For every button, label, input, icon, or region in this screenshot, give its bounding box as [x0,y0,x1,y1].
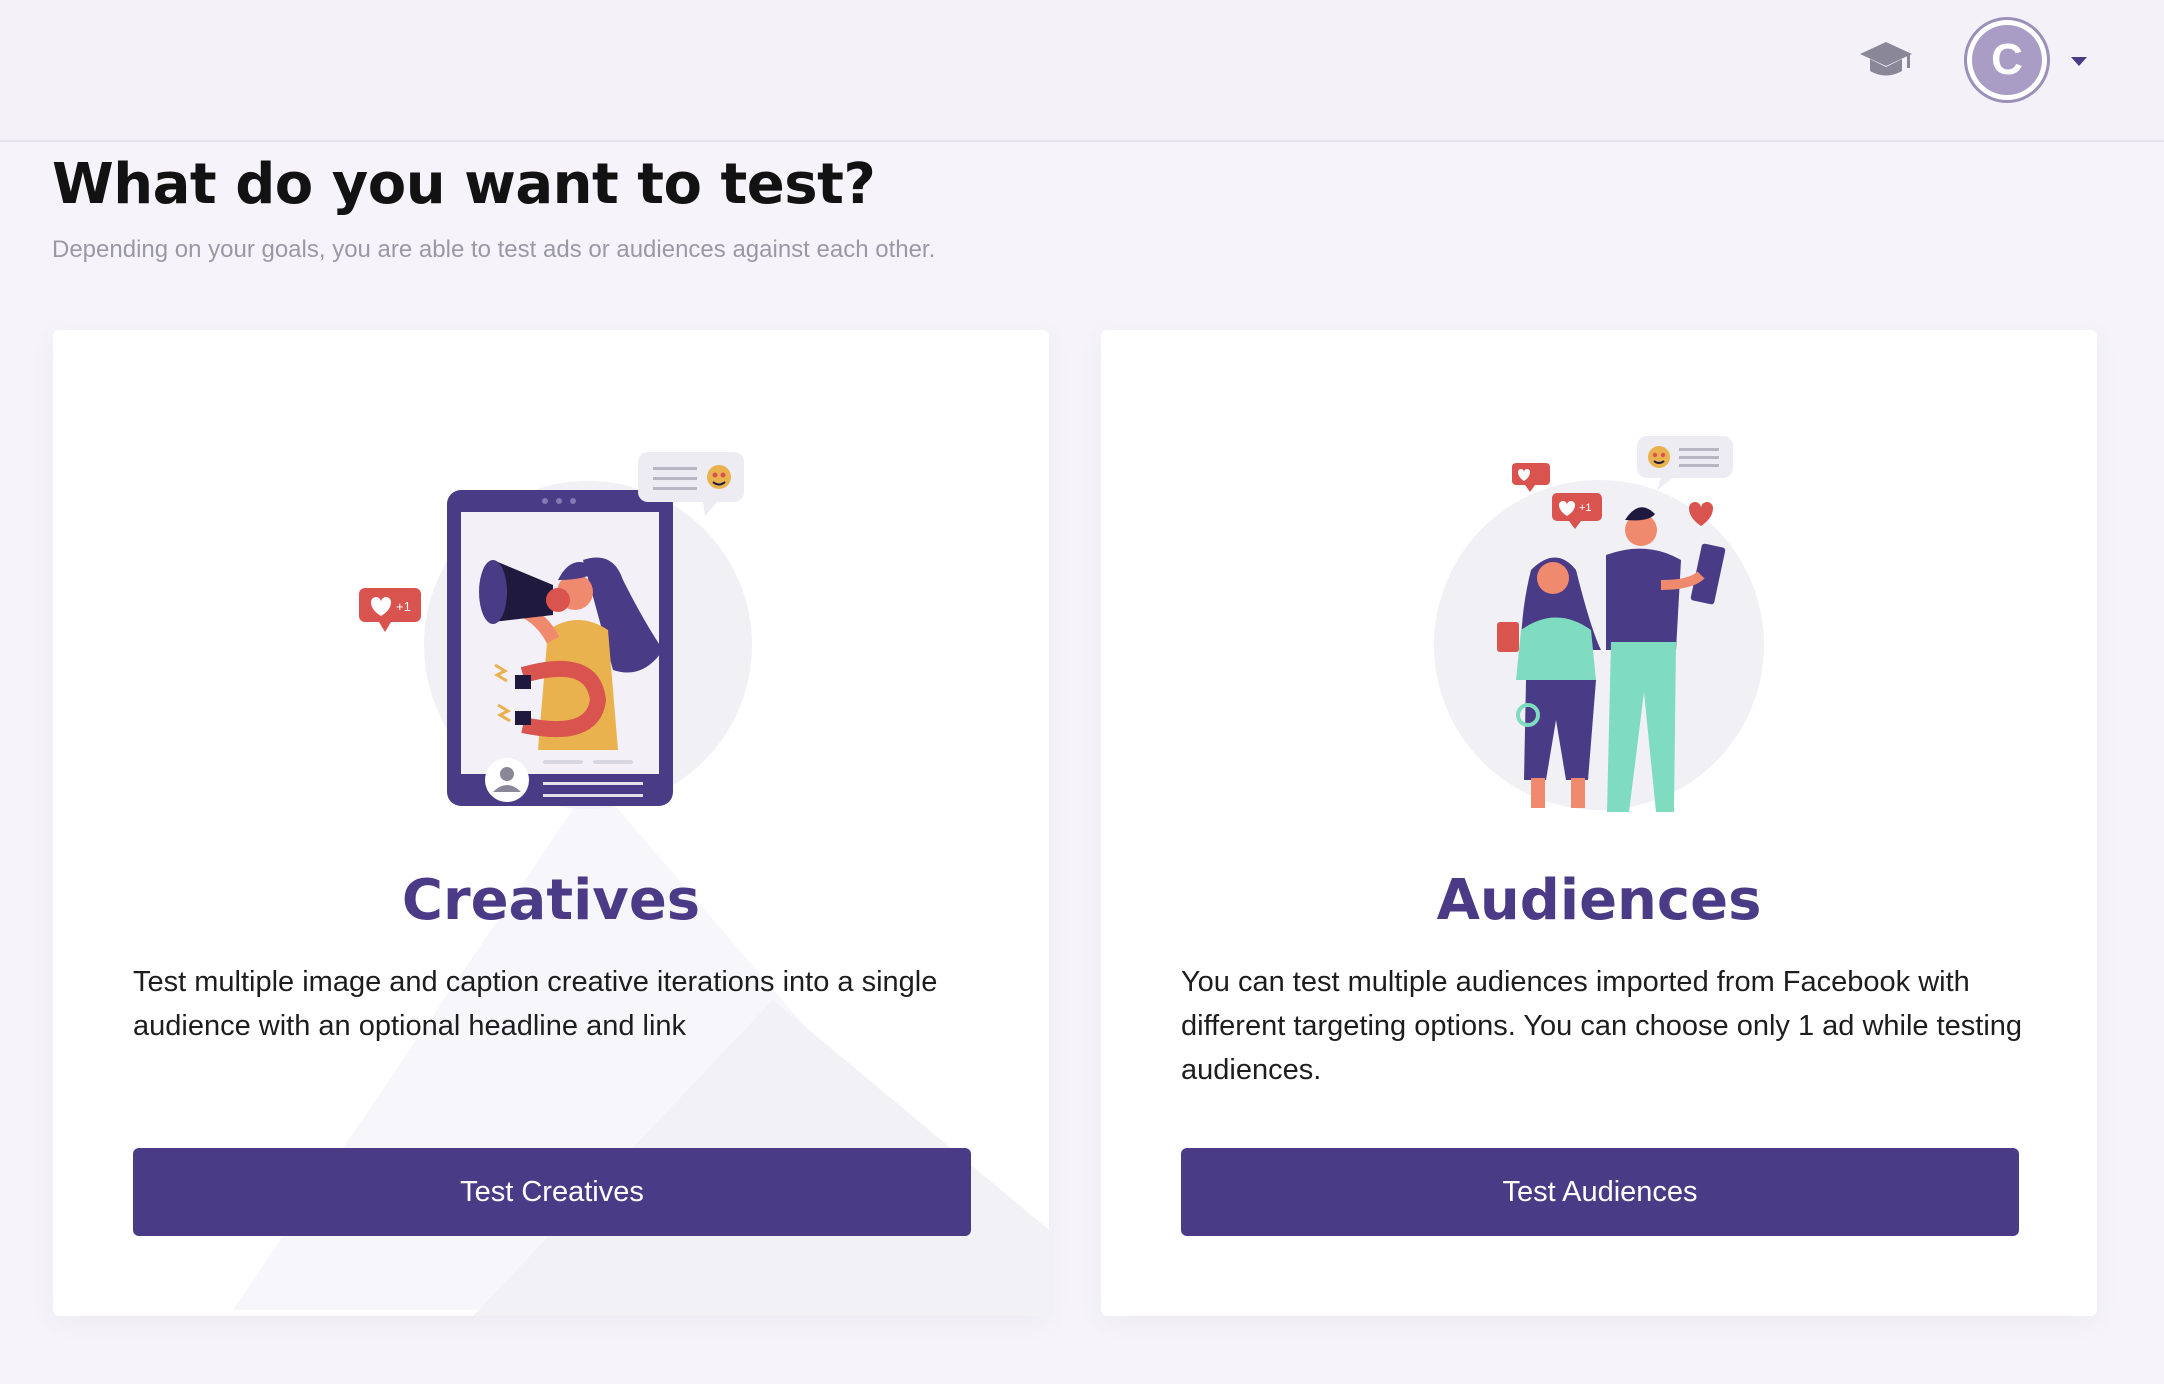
creatives-title: Creatives [401,868,701,933]
audiences-description: You can test multiple audiences imported… [1181,966,2023,1086]
avatar-initial: C [1972,25,2042,95]
audiences-card: +1 Audiences You can test multiple audie… [1101,330,2097,1316]
megaphone-woman-illustration: +1 [359,452,752,809]
svg-text:+1: +1 [1579,502,1592,514]
page-title: What do you want to test? [52,152,876,217]
creatives-description: Test multiple image and caption creative… [133,966,938,1042]
top-bar: C [0,0,2164,142]
audiences-people-illustration: +1 [1434,436,1764,812]
page-subtitle: Depending on your goals, you are able to… [52,236,936,263]
svg-text:+1: +1 [396,599,411,614]
audiences-title: Audiences [1436,868,1762,933]
test-audiences-button[interactable]: Test Audiences [1181,1148,2019,1236]
creatives-card: +1 Creatives Test multiple image and cap… [53,330,1049,1316]
test-creatives-button[interactable]: Test Creatives [133,1148,971,1236]
caret-down-icon[interactable] [2070,55,2088,67]
user-avatar[interactable]: C [1964,17,2050,103]
graduation-cap-icon[interactable] [1858,40,1914,82]
